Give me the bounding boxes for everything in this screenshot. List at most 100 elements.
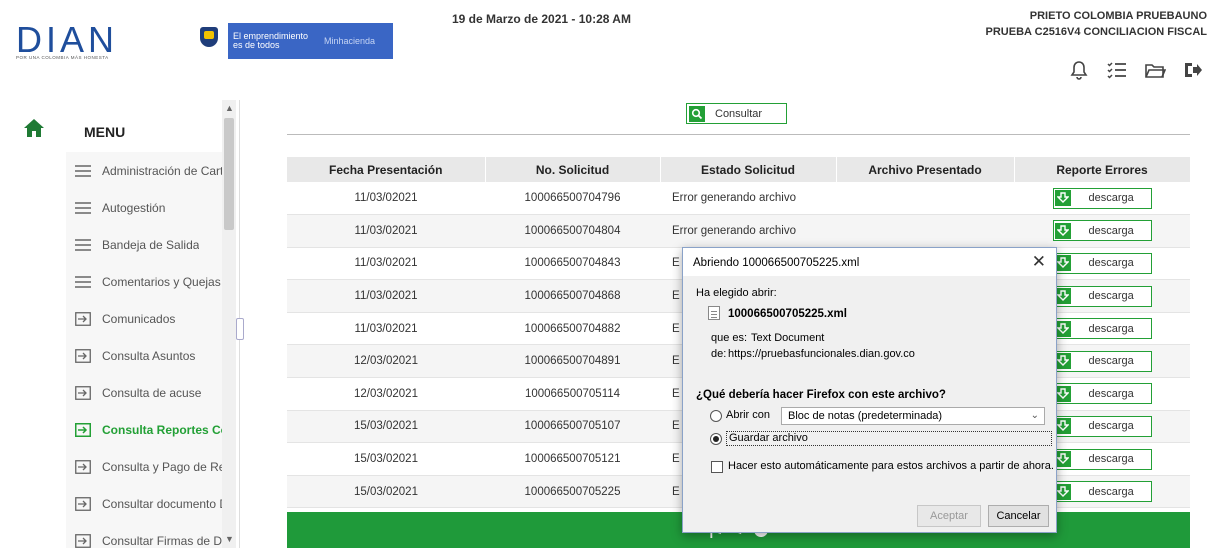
menu-item-label: Comunicados (102, 311, 176, 326)
open-with-app-select[interactable]: Bloc de notas (predeterminada) ⌄ (781, 407, 1045, 425)
menu-item-consulta-pago[interactable]: Consulta y Pago de Rec (66, 448, 222, 485)
cell-fecha: 11/03/02021 (287, 247, 485, 281)
download-label: descarga (1088, 355, 1134, 368)
col-reporte-errores: Reporte Errores (1014, 157, 1191, 182)
sidebar-scrollbar[interactable]: ▲ ▼ (222, 100, 236, 548)
arrow-box-icon (74, 348, 92, 363)
accept-button[interactable]: Aceptar (917, 505, 981, 527)
save-file-label[interactable]: Guardar archivo (726, 431, 1052, 446)
open-with-app-value: Bloc de notas (predeterminada) (788, 410, 943, 422)
cell-solicitud: 100066500704882 (485, 312, 660, 346)
menu-item-autogestion[interactable]: Autogestión (66, 189, 222, 226)
download-label: descarga (1088, 485, 1134, 498)
bell-icon[interactable] (1067, 58, 1091, 82)
file-open-dialog: Abriendo 100066500705225.xml ✕ Ha elegid… (682, 247, 1057, 533)
folder-icon[interactable] (1143, 58, 1167, 82)
menu-item-administracion-cartera[interactable]: Administración de Carte (66, 152, 222, 189)
header-toolbar (1067, 58, 1205, 82)
menu-item-label: Comentarios y Quejas (102, 274, 221, 289)
cell-reporte: descarga (1014, 214, 1190, 248)
chosen-label: Ha elegido abrir: (696, 287, 777, 299)
menu-item-comunicados[interactable]: Comunicados (66, 300, 222, 337)
cancel-button[interactable]: Cancelar (988, 505, 1049, 527)
menu-item-consultar-firmas[interactable]: Consultar Firmas de Do (66, 522, 222, 548)
menu-item-bandeja-salida[interactable]: Bandeja de Salida (66, 226, 222, 263)
header: DIAN POR UNA COLOMBIA MÁS HONESTA El emp… (0, 0, 1221, 95)
cell-solicitud: 100066500705121 (485, 442, 660, 476)
download-label: descarga (1088, 224, 1134, 237)
menu-item-comentarios-quejas[interactable]: Comentarios y Quejas (66, 263, 222, 300)
gov-banner-slogan: El emprendimiento es de todos (233, 31, 309, 50)
dialog-title: Abriendo 100066500705225.xml (693, 257, 860, 269)
download-button[interactable]: descarga (1052, 481, 1152, 503)
consultar-button[interactable]: Consultar (686, 103, 787, 124)
scroll-up-icon[interactable]: ▲ (225, 103, 234, 113)
home-icon[interactable] (23, 117, 45, 139)
file-type-value: Text Document (751, 332, 825, 344)
menu-item-consulta-reportes[interactable]: Consulta Reportes Con (66, 411, 222, 448)
download-button[interactable]: descarga (1052, 448, 1152, 470)
menu-list: Administración de Carte Autogestión Band… (66, 152, 222, 548)
download-button[interactable]: descarga (1052, 415, 1152, 437)
dialog-question: ¿Qué debería hacer Firefox con este arch… (696, 389, 946, 401)
sidebar-scrollbar-thumb[interactable] (224, 118, 234, 230)
col-estado-solicitud: Estado Solicitud (660, 157, 837, 182)
download-button[interactable]: descarga (1052, 383, 1152, 405)
download-icon (1054, 190, 1071, 207)
cell-solicitud: 100066500704868 (485, 279, 660, 313)
menu-item-consultar-documento[interactable]: Consultar documento D (66, 485, 222, 522)
menu-item-label: Consulta de acuse (102, 385, 202, 400)
dialog-body: Ha elegido abrir: 100066500705225.xml qu… (683, 276, 1056, 532)
dian-logo-slogan: POR UNA COLOMBIA MÁS HONESTA (16, 55, 109, 60)
cell-archivo (836, 182, 1014, 216)
arrow-box-icon (74, 385, 92, 400)
menu-item-label: Consulta Reportes Con (102, 422, 222, 437)
scroll-down-icon[interactable]: ▼ (225, 534, 234, 544)
arrow-box-icon (74, 422, 92, 437)
table-header-row: Fecha Presentación No. Solicitud Estado … (287, 157, 1191, 182)
cell-fecha: 15/03/02021 (287, 442, 485, 476)
download-button[interactable]: descarga (1052, 318, 1152, 340)
cell-archivo (836, 214, 1014, 248)
auto-action-label[interactable]: Hacer esto automáticamente para estos ar… (728, 460, 1054, 472)
table-row: 11/03/02021 100066500704796 Error generand… (287, 182, 1190, 216)
col-no-solicitud: No. Solicitud (485, 157, 661, 182)
arrow-box-icon (74, 496, 92, 511)
close-icon[interactable]: ✕ (1032, 252, 1046, 272)
cell-estado: Error generando archivo (660, 182, 836, 216)
cell-solicitud: 100066500704843 (485, 247, 660, 281)
dian-logo[interactable]: DIAN POR UNA COLOMBIA MÁS HONESTA (16, 22, 146, 62)
checklist-icon[interactable] (1105, 58, 1129, 82)
hamburger-icon (74, 238, 92, 252)
menu-item-consulta-asuntos[interactable]: Consulta Asuntos (66, 337, 222, 374)
menu-item-consulta-acuse[interactable]: Consulta de acuse (66, 374, 222, 411)
menu-item-label: Bandeja de Salida (102, 237, 200, 252)
download-button[interactable]: descarga (1052, 220, 1152, 242)
auto-action-checkbox[interactable] (711, 461, 723, 473)
cell-solicitud: 100066500704804 (485, 214, 660, 248)
cell-solicitud: 100066500704796 (485, 182, 660, 216)
download-button[interactable]: descarga (1052, 187, 1152, 209)
company-name: PRUEBA C2516V4 CONCILIACION FISCAL (985, 26, 1207, 38)
menu-item-label: Administración de Carte (102, 163, 222, 178)
cell-fecha: 11/03/02021 (287, 214, 485, 248)
download-button[interactable]: descarga (1052, 350, 1152, 372)
cell-fecha: 15/03/02021 (287, 410, 485, 444)
cell-fecha: 15/03/02021 (287, 475, 485, 509)
sidebar-collapse-handle[interactable] (236, 318, 244, 340)
download-label: descarga (1088, 453, 1134, 466)
download-icon (1054, 222, 1071, 239)
dian-logo-text: DIAN (16, 19, 119, 60)
open-with-label[interactable]: Abrir con (726, 409, 770, 421)
document-icon (708, 306, 720, 320)
save-file-radio[interactable] (710, 433, 722, 445)
menu-item-label: Consultar documento D (102, 496, 222, 511)
logout-icon[interactable] (1181, 58, 1205, 82)
table-row: 11/03/02021 100066500704804 Error generand… (287, 214, 1190, 248)
download-button[interactable]: descarga (1052, 252, 1152, 274)
cell-solicitud: 100066500705114 (485, 377, 660, 411)
cell-fecha: 12/03/02021 (287, 377, 485, 411)
col-archivo-presentado: Archivo Presentado (836, 157, 1015, 182)
download-button[interactable]: descarga (1052, 285, 1152, 307)
open-with-radio[interactable] (710, 410, 722, 422)
